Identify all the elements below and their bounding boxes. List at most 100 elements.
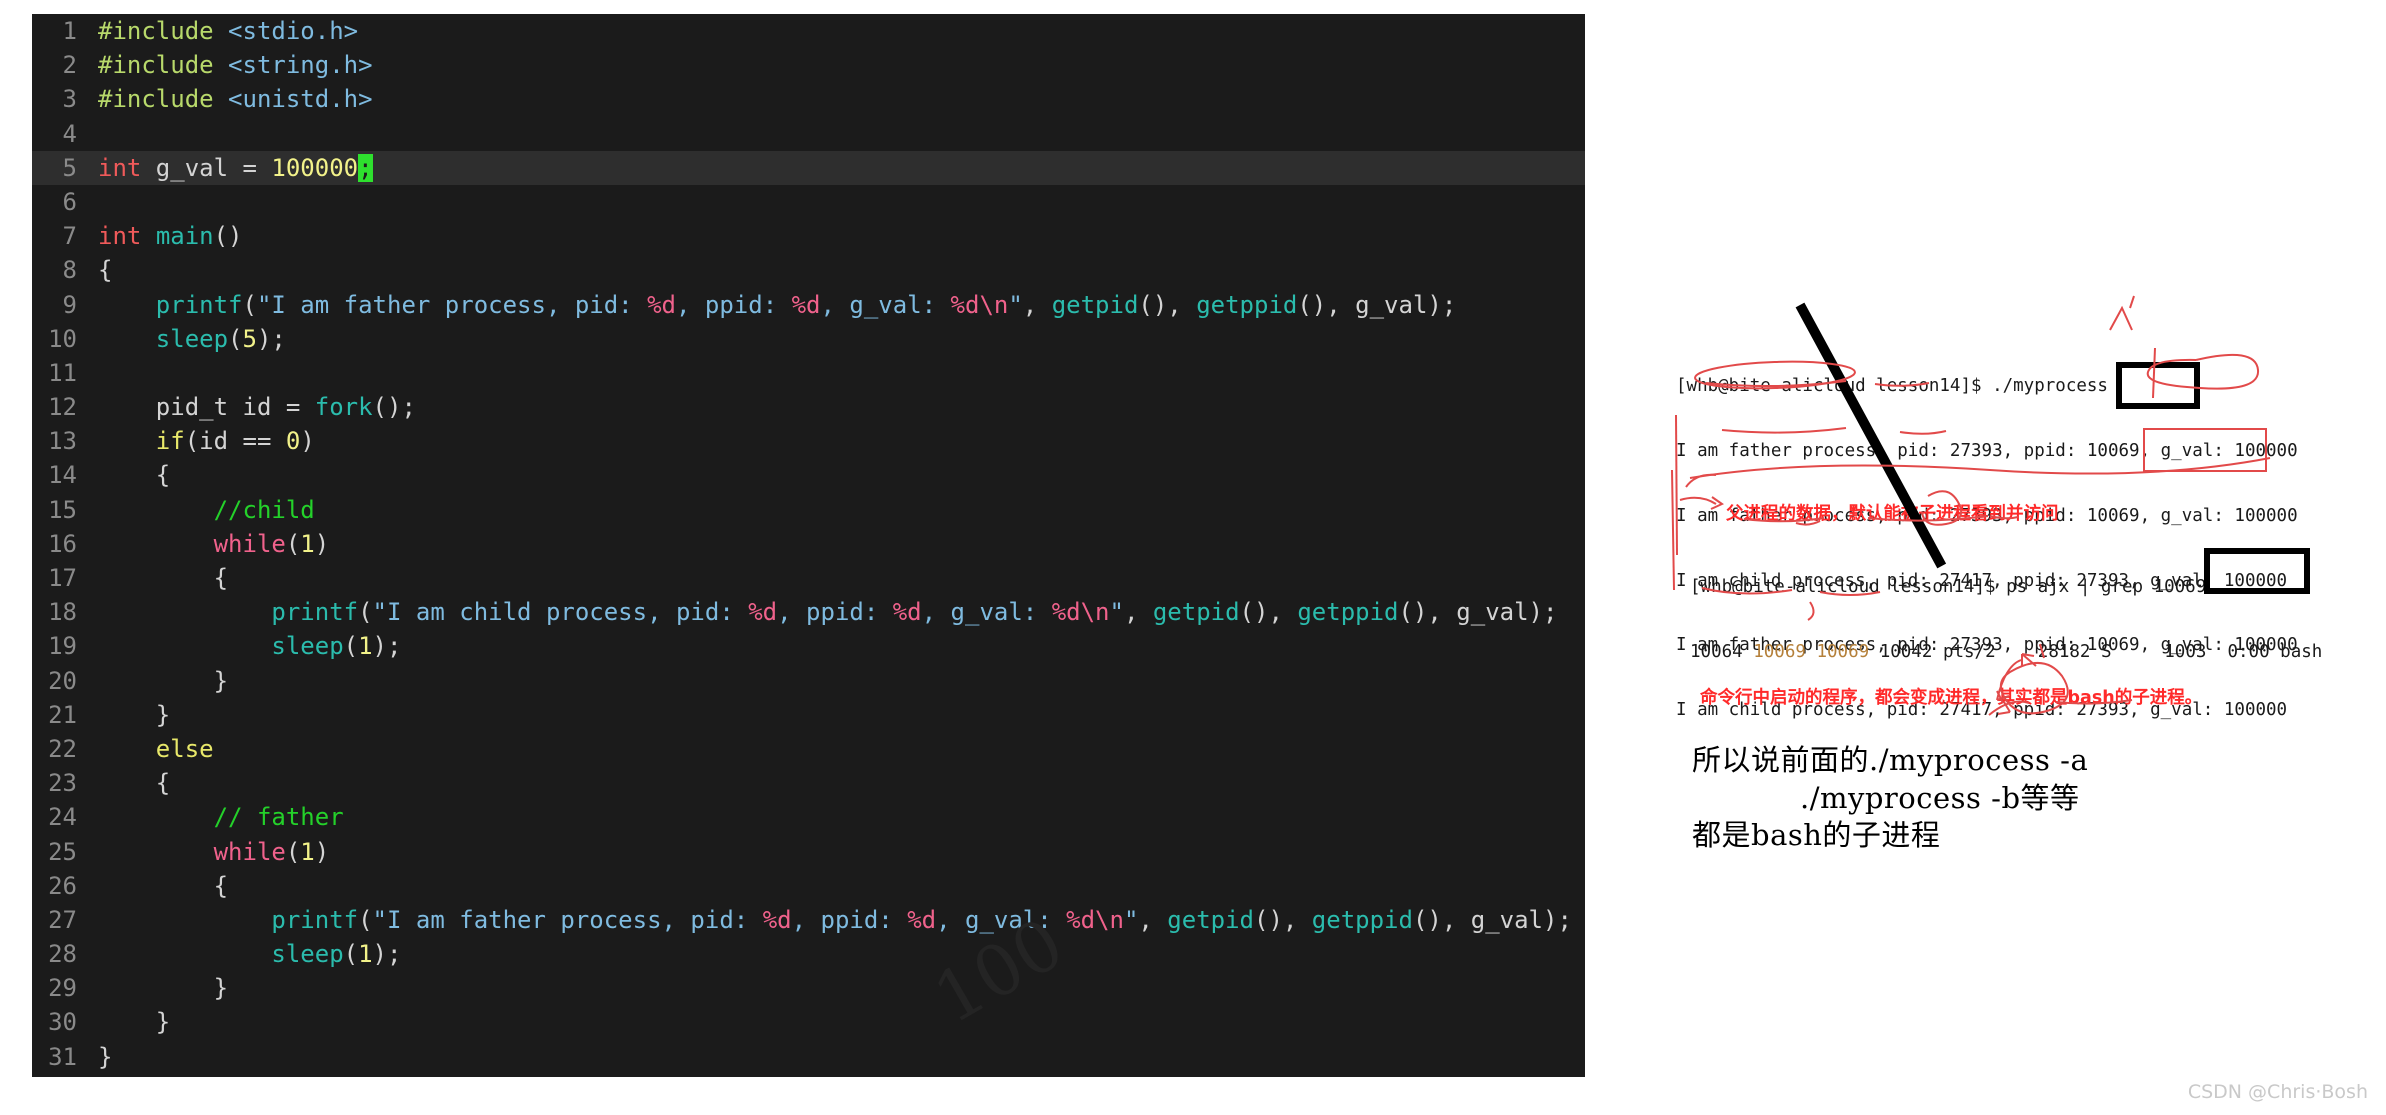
line-number: 15 (48, 495, 77, 524)
code-token: %d (762, 905, 792, 934)
code-text: #include <stdio.h> (90, 14, 358, 48)
code-token: %d (892, 598, 922, 627)
code-token: printf (271, 905, 359, 934)
code-token: } (98, 666, 229, 695)
code-token: sleep (271, 940, 344, 969)
code-token: printf (155, 290, 243, 319)
code-line[interactable]: 9 printf("I am father process, pid: %d, … (32, 288, 1585, 322)
line-number: 10 (48, 324, 77, 353)
code-line[interactable]: 6 (32, 185, 1585, 219)
code-token: ( (343, 940, 359, 969)
code-line[interactable]: 24 // father (32, 800, 1585, 834)
ps-pgid: 10069 (1816, 641, 1870, 662)
code-line[interactable]: 19 sleep(1); (32, 629, 1585, 663)
code-line[interactable]: 3 #include <unistd.h> (32, 82, 1585, 116)
highlight-box-gval (2143, 428, 2267, 472)
code-line[interactable]: 12 pid_t id = fork(); (32, 390, 1585, 424)
code-line[interactable]: 23 { (32, 766, 1585, 800)
code-token: getppid (1311, 905, 1413, 934)
code-text: printf("I am father process, pid: %d, pp… (90, 903, 1572, 937)
code-token: <string.h> (228, 51, 373, 80)
code-token: " (1008, 290, 1023, 319)
code-token: getppid (1297, 598, 1399, 627)
code-token: //child (213, 495, 315, 524)
line-number: 24 (48, 803, 77, 832)
code-text: } (90, 698, 170, 732)
code-token: #include (98, 17, 229, 45)
code-token: ( (358, 905, 373, 934)
code-token: main (155, 222, 214, 251)
code-line[interactable]: 20 } (32, 664, 1585, 698)
code-line[interactable]: 31} (32, 1040, 1585, 1074)
code-text: sleep(5); (90, 322, 286, 356)
code-line[interactable]: 2 #include <string.h> (32, 48, 1585, 82)
code-token: fork (314, 393, 373, 422)
code-line[interactable]: 13 if(id == 0) (32, 424, 1585, 458)
code-token: , (1022, 290, 1052, 319)
code-line[interactable]: 25 while(1) (32, 835, 1585, 869)
code-token: , (1123, 598, 1153, 627)
code-line[interactable]: 28 sleep(1); (32, 937, 1585, 971)
line-number: 30 (48, 1008, 77, 1037)
code-token: ); (372, 632, 402, 661)
code-token: (), g_val); (1297, 290, 1457, 319)
code-token: "I am father process, pid: (372, 905, 763, 934)
code-text: while(1) (90, 527, 330, 561)
code-token: , ppid: (791, 905, 908, 934)
code-text: sleep(1); (90, 629, 401, 663)
csdn-watermark: CSDN @Chris·Bosh (2187, 1081, 2368, 1103)
code-line[interactable]: 27 printf("I am father process, pid: %d,… (32, 903, 1585, 937)
code-token: , (1138, 905, 1168, 934)
code-token: (); (372, 393, 416, 422)
code-line[interactable]: 7 int main() (32, 219, 1585, 253)
ps-pid: 10069 (1753, 641, 1806, 662)
code-token: getppid (1196, 290, 1298, 319)
code-token: <unistd.h> (228, 85, 373, 114)
code-token: (), (1138, 290, 1197, 319)
code-line[interactable]: 8{ (32, 253, 1585, 287)
code-token: %d\n (1066, 905, 1124, 934)
code-line[interactable]: 22 else (32, 732, 1585, 766)
code-line[interactable]: 10 sleep(5); (32, 322, 1585, 356)
code-editor[interactable]: 1 #include <stdio.h> 2 #include <string.h> 3… (32, 14, 1585, 1077)
code-line[interactable]: 4 (32, 117, 1585, 151)
code-line[interactable]: 26 { (32, 869, 1585, 903)
code-line[interactable]: 29 } (32, 971, 1585, 1005)
code-token: getpid (1167, 905, 1254, 934)
line-number: 19 (48, 632, 77, 661)
line-number: 31 (48, 1042, 77, 1071)
line-number: 18 (48, 598, 77, 627)
code-line[interactable]: 5 int g_val = 100000; (32, 150, 1585, 185)
code-line[interactable]: 16 while(1) (32, 527, 1585, 561)
line-number: 4 (62, 119, 77, 148)
code-line[interactable]: 30 } (32, 1005, 1585, 1039)
code-token: ) (314, 529, 330, 558)
code-line[interactable]: 11 (32, 356, 1585, 390)
line-number: 25 (48, 837, 77, 866)
ps-ppid: 10064 (1690, 641, 1743, 662)
code-line[interactable]: 21 } (32, 698, 1585, 732)
code-token: getpid (1152, 598, 1240, 627)
code-token: 1 (300, 529, 315, 558)
code-token: <stdio.h> (228, 17, 359, 45)
code-token: ( (358, 598, 373, 627)
code-token: { (98, 461, 171, 490)
code-text: { (90, 253, 112, 287)
code-text: pid_t id = fork(); (90, 390, 416, 424)
code-text: //child (90, 493, 315, 527)
code-line[interactable]: 14 { (32, 458, 1585, 492)
line-number: 1 (62, 17, 77, 45)
code-token: %d (907, 905, 937, 934)
code-text: while(1) (90, 835, 330, 869)
code-line[interactable]: 1 #include <stdio.h> (32, 14, 1585, 48)
code-line[interactable]: 18 printf("I am child process, pid: %d, … (32, 595, 1585, 629)
ps-row: 10064 10069 10069 10042 pts/2 28182 S 10… (1690, 641, 2322, 664)
code-line[interactable]: 15 //child (32, 493, 1585, 527)
code-token: " (1109, 598, 1124, 627)
code-line[interactable]: 17 { (32, 561, 1585, 595)
